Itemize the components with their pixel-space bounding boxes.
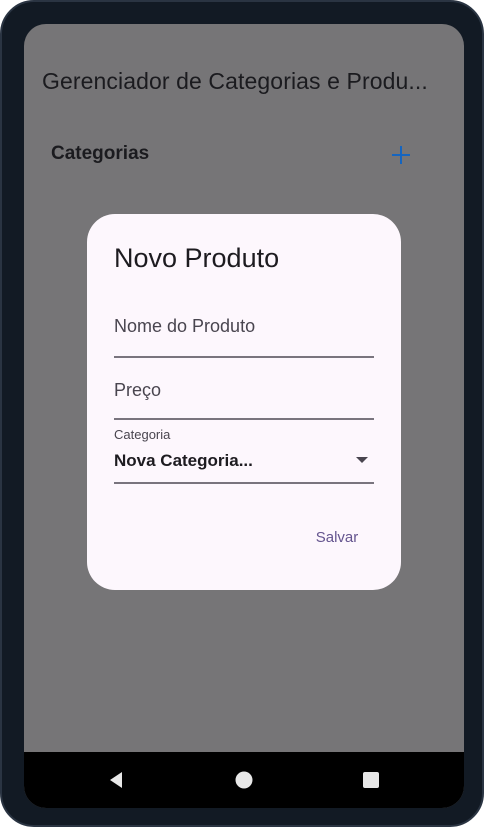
add-category-button[interactable] — [386, 140, 416, 170]
home-circle-icon — [235, 771, 253, 789]
nav-back-button[interactable] — [105, 769, 127, 791]
device-frame: Gerenciador de Categorias e Produ... Cat… — [0, 0, 484, 827]
nav-recents-button[interactable] — [360, 769, 382, 791]
product-name-placeholder: Nome do Produto — [114, 316, 256, 336]
nav-home-button[interactable] — [233, 769, 255, 791]
section-title: Categorias — [51, 143, 150, 164]
screen: Gerenciador de Categorias e Produ... Cat… — [24, 24, 464, 808]
input-underline — [114, 356, 374, 358]
input-underline — [114, 418, 374, 420]
save-button[interactable]: Salvar — [305, 515, 369, 559]
price-placeholder: Preço — [114, 380, 162, 400]
category-selected-value: Nova Categoria... — [114, 451, 253, 470]
plus-icon — [392, 146, 410, 164]
back-triangle-icon — [110, 772, 122, 788]
system-nav-bar — [24, 752, 464, 808]
new-product-dialog: Novo Produto Nome do Produto Preço Categ… — [87, 214, 401, 590]
category-dropdown[interactable]: Categoria Nova Categoria... — [114, 427, 374, 485]
category-label: Categoria — [114, 427, 171, 442]
dropdown-arrow-icon — [356, 457, 368, 463]
app-title: Gerenciador de Categorias e Produ... — [42, 68, 428, 94]
dialog-title: Novo Produto — [114, 243, 280, 273]
dropdown-underline — [114, 482, 374, 484]
price-input[interactable]: Preço — [114, 374, 374, 420]
product-name-input[interactable]: Nome do Produto — [114, 312, 374, 358]
recents-square-icon — [363, 772, 379, 788]
